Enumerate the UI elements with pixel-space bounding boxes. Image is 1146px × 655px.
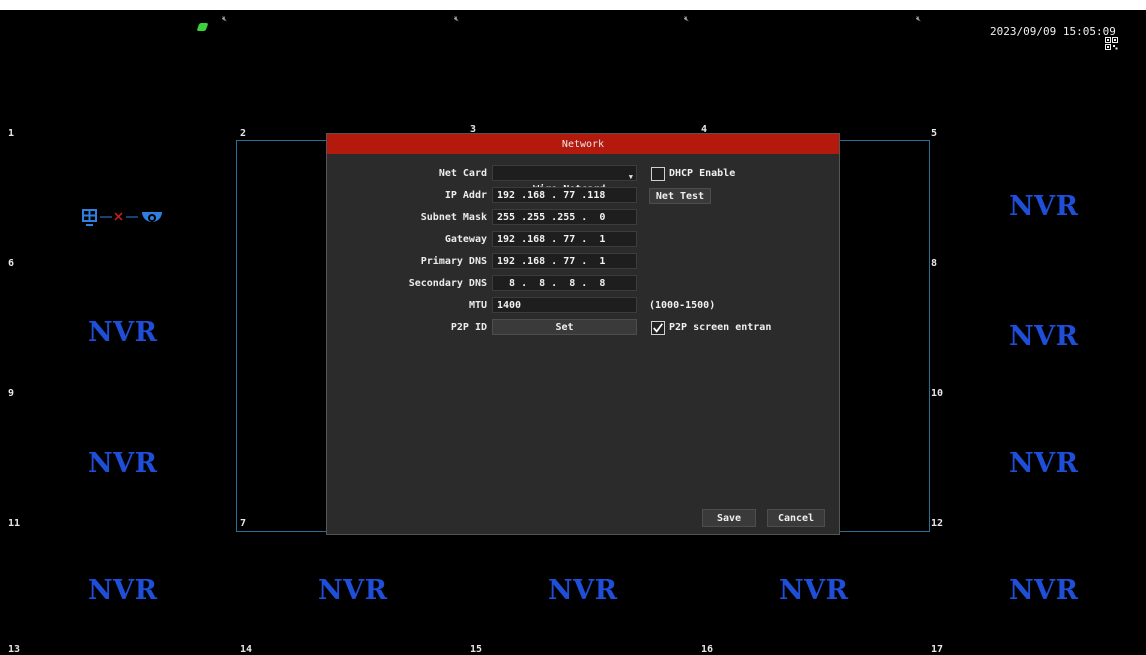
save-button[interactable]: Save (702, 509, 756, 527)
channel-number: 15 (470, 644, 483, 655)
dhcp-enable-checkbox[interactable] (651, 167, 665, 181)
p2p-screen-checkbox[interactable] (651, 321, 665, 335)
gateway-label: Gateway (444, 234, 487, 245)
ip-addr-field[interactable]: 192 .168 . 77 .118 (492, 187, 637, 203)
channel-number: 14 (240, 644, 253, 655)
net-test-button[interactable]: Net Test (649, 188, 711, 204)
nvr-placeholder: NVR (1009, 575, 1079, 606)
primary-dns-label: Primary DNS (420, 256, 487, 267)
datetime: 2023/09/09 15:05:09 (990, 25, 1116, 38)
primary-dns-field[interactable]: 192 .168 . 77 . 1 (492, 253, 637, 269)
nvr-placeholder: NVR (1009, 448, 1079, 479)
nvr-placeholder: NVR (88, 317, 158, 348)
channel-number: 6 (8, 258, 15, 269)
record-icon (196, 23, 209, 31)
p2p-set-button[interactable]: Set (492, 319, 637, 335)
channel-number: 2 (240, 128, 247, 139)
nvr-placeholder: NVR (1009, 191, 1079, 222)
secondary-dns-field[interactable]: 8 . 8 . 8 . 8 (492, 275, 637, 291)
mtu-range-hint: (1000-1500) (649, 300, 716, 311)
mute-icon: 🔇︎ (916, 14, 922, 23)
nvr-placeholder: NVR (1009, 321, 1079, 352)
net-card-label: Net Card (438, 168, 487, 179)
nvr-placeholder: NVR (88, 575, 158, 606)
channel-number: 10 (931, 388, 944, 399)
mute-icon: 🔇︎ (222, 14, 228, 23)
subnet-mask-label: Subnet Mask (420, 212, 487, 223)
top-strip (0, 0, 1146, 10)
nvr-placeholder: NVR (318, 575, 388, 606)
p2p-id-label: P2P ID (450, 322, 487, 333)
ip-addr-label: IP Addr (444, 190, 487, 201)
nvr-placeholder: NVR (88, 448, 158, 479)
nvr-placeholder: NVR (548, 575, 618, 606)
channel-number: 11 (8, 518, 21, 529)
secondary-dns-label: Secondary DNS (408, 278, 487, 289)
mute-icon: 🔇︎ (454, 14, 460, 23)
mtu-label: MTU (468, 300, 487, 311)
mtu-field[interactable]: 1400 (492, 297, 637, 313)
dhcp-enable-label: DHCP Enable (669, 168, 736, 179)
network-dialog: Network Net Card Wire Netcard ▼ DHCP Ena… (326, 133, 840, 535)
dropdown-arrow-icon: ▼ (628, 173, 633, 181)
channel-number: 5 (931, 128, 938, 139)
channel-number: 9 (8, 388, 15, 399)
network-disconnected-icon (82, 209, 162, 226)
dialog-title: Network (327, 134, 839, 154)
channel-number: 8 (931, 258, 938, 269)
net-card-select[interactable]: Wire Netcard ▼ (492, 165, 637, 195)
qr-code-icon[interactable] (1105, 37, 1118, 50)
channel-number: 1 (8, 128, 15, 139)
subnet-mask-field[interactable]: 255 .255 .255 . 0 (492, 209, 637, 225)
channel-number: 16 (701, 644, 714, 655)
channel-number: 17 (931, 644, 944, 655)
channel-number: 13 (8, 644, 21, 655)
p2p-screen-label: P2P screen entran (669, 322, 772, 333)
cancel-button[interactable]: Cancel (767, 509, 825, 527)
checkmark-icon (653, 323, 663, 333)
channel-number: 12 (931, 518, 944, 529)
gateway-field[interactable]: 192 .168 . 77 . 1 (492, 231, 637, 247)
nvr-placeholder: NVR (779, 575, 849, 606)
mute-icon: 🔇︎ (684, 14, 690, 23)
